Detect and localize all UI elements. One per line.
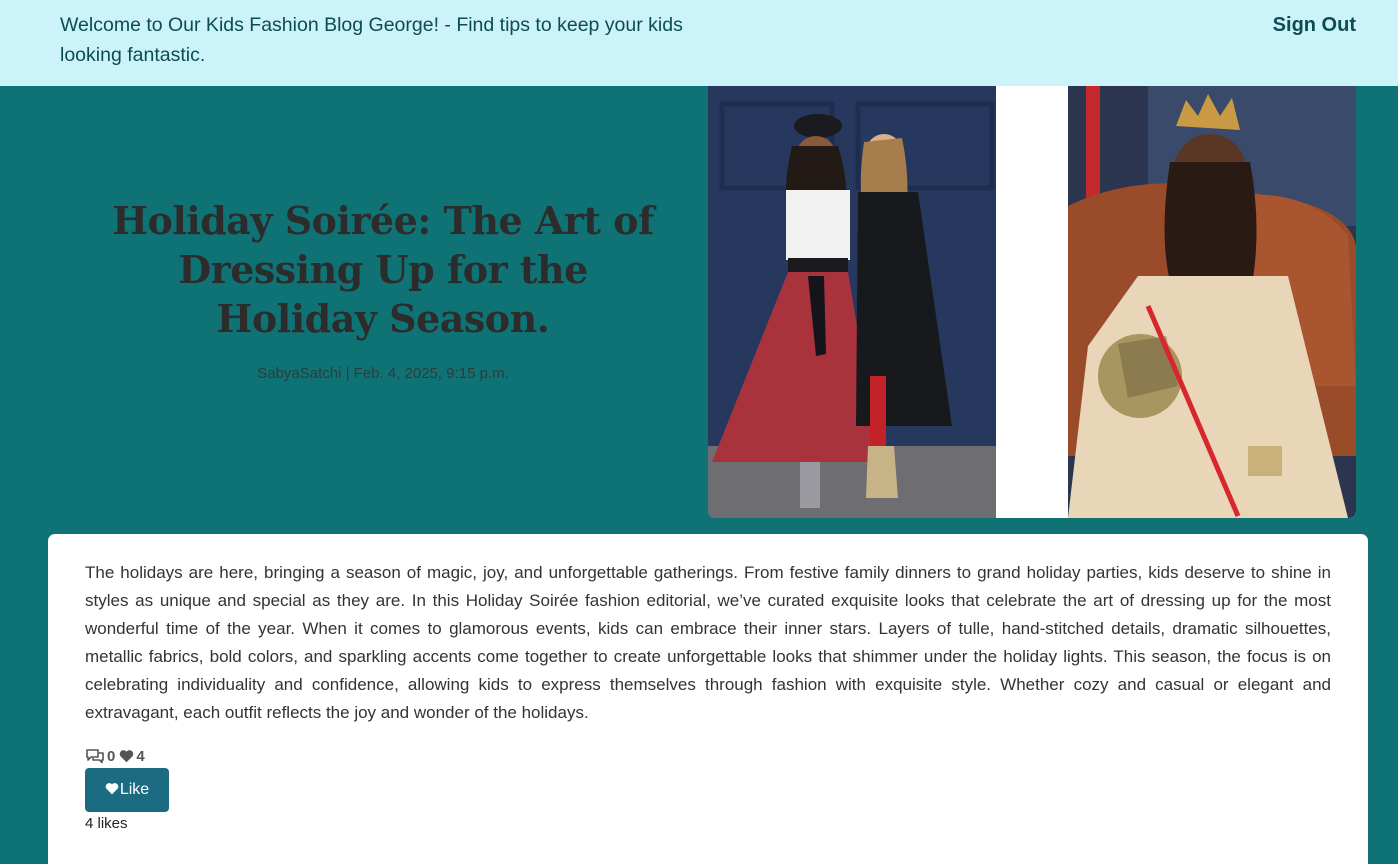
top-navbar: Welcome to Our Kids Fashion Blog George!… xyxy=(0,0,1398,86)
post-meta: SabyaSatchi | Feb. 4, 2025, 9:15 p.m. xyxy=(257,365,509,382)
heart-icon xyxy=(105,782,120,795)
photo-collage-icon xyxy=(708,86,1356,518)
post-card: The holidays are here, bringing a season… xyxy=(48,534,1368,864)
comments-count: 0 xyxy=(107,747,116,765)
likes-stat-count: 4 xyxy=(136,747,145,765)
heart-icon xyxy=(119,749,134,763)
like-button[interactable]: Like xyxy=(85,768,169,812)
post-body: The holidays are here, bringing a season… xyxy=(85,563,1331,722)
post-stats: 0 4 xyxy=(85,746,149,766)
post-title: Holiday Soirée: The Art of Dressing Up f… xyxy=(112,198,654,341)
welcome-message: Welcome to Our Kids Fashion Blog George!… xyxy=(60,14,683,66)
sign-out-link[interactable]: Sign Out xyxy=(1273,10,1356,40)
post-hero-image xyxy=(708,86,1356,518)
comments-icon xyxy=(85,748,105,764)
likes-count-text: 4 likes xyxy=(85,815,128,832)
like-button-label: Like xyxy=(119,781,150,798)
